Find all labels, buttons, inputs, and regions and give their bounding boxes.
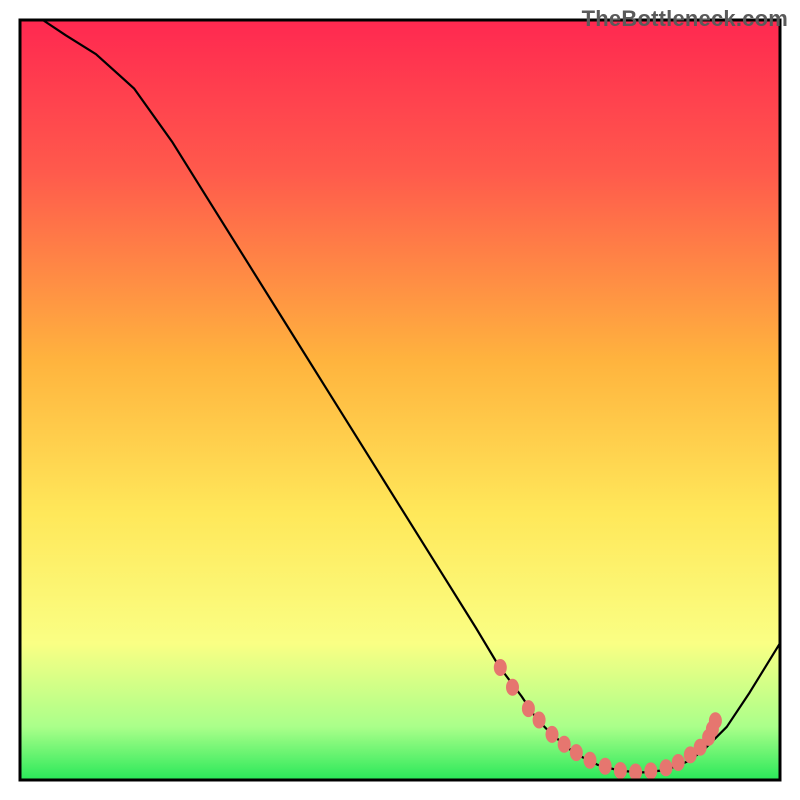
curve-marker	[546, 726, 559, 743]
curve-marker	[644, 762, 657, 779]
curve-marker	[506, 679, 519, 696]
watermark-label: TheBottleneck.com	[582, 6, 788, 32]
chart-canvas	[0, 0, 800, 800]
curve-marker	[570, 744, 583, 761]
bottleneck-chart: TheBottleneck.com	[0, 0, 800, 800]
curve-marker	[494, 659, 507, 676]
plot-background	[20, 20, 780, 780]
curve-marker	[709, 712, 722, 729]
curve-marker	[672, 754, 685, 771]
curve-marker	[558, 736, 571, 753]
curve-marker	[584, 752, 597, 769]
curve-marker	[660, 759, 673, 776]
curve-marker	[533, 712, 546, 729]
curve-marker	[629, 764, 642, 781]
curve-marker	[614, 762, 627, 779]
curve-marker	[599, 758, 612, 775]
curve-marker	[522, 700, 535, 717]
